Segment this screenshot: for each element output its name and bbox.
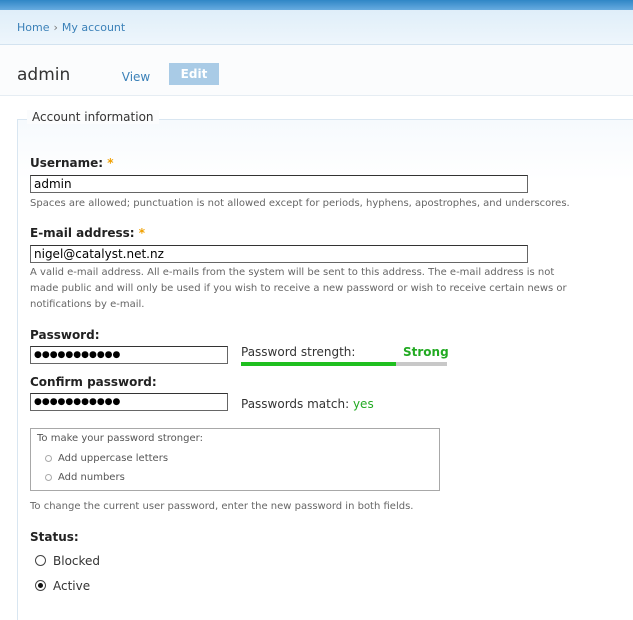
hint-text: Add uppercase letters bbox=[58, 453, 169, 464]
hint-text: Add numbers bbox=[58, 472, 125, 483]
username-label: Username: * bbox=[30, 156, 114, 170]
status-label: Status: bbox=[30, 530, 79, 544]
breadcrumb: Home › My account bbox=[17, 21, 125, 34]
page-title: admin bbox=[17, 65, 71, 85]
tab-edit[interactable]: Edit bbox=[169, 63, 219, 85]
password-label: Password: bbox=[30, 328, 100, 342]
password-input[interactable] bbox=[30, 346, 228, 364]
list-item: Add numbers bbox=[45, 472, 125, 483]
breadcrumb-home-link[interactable]: Home bbox=[17, 21, 49, 34]
email-input[interactable] bbox=[30, 245, 528, 263]
password-strength-label: Password strength: bbox=[241, 345, 356, 359]
radio-button-blocked[interactable] bbox=[35, 555, 46, 566]
password-change-note: To change the current user password, ent… bbox=[30, 501, 414, 512]
account-information-fieldset bbox=[17, 119, 633, 620]
passwords-match-status: Passwords match: yes bbox=[241, 397, 374, 411]
email-label: E-mail address: * bbox=[30, 226, 145, 240]
email-description-line-2: made public and will only be used if you… bbox=[30, 283, 567, 294]
required-marker: * bbox=[107, 156, 114, 170]
tab-view[interactable]: View bbox=[112, 67, 160, 87]
password-strength-value: Strong bbox=[403, 345, 449, 359]
title-bar: admin View bbox=[0, 45, 633, 96]
fieldset-legend: Account information bbox=[27, 110, 159, 124]
required-marker: * bbox=[138, 226, 146, 240]
bullet-icon bbox=[45, 454, 52, 462]
breadcrumb-bar: Home › My account bbox=[0, 10, 633, 45]
email-description-line-1: A valid e-mail address. All e-mails from… bbox=[30, 267, 555, 278]
password-suggestions-title: To make your password stronger: bbox=[37, 433, 203, 444]
username-label-text: Username: bbox=[30, 156, 104, 170]
confirm-password-label: Confirm password: bbox=[30, 375, 157, 389]
username-description: Spaces are allowed; punctuation is not a… bbox=[30, 198, 570, 209]
breadcrumb-my-account-link[interactable]: My account bbox=[62, 21, 125, 34]
passwords-match-value: yes bbox=[352, 397, 374, 411]
confirm-password-input[interactable] bbox=[30, 393, 228, 411]
status-option-active[interactable]: Active bbox=[35, 579, 90, 593]
status-option-label: Blocked bbox=[53, 554, 101, 568]
status-option-label: Active bbox=[53, 579, 91, 593]
password-strength-meter bbox=[241, 362, 447, 366]
password-suggestions-box: To make your password stronger: Add uppe… bbox=[30, 428, 440, 491]
radio-button-active[interactable] bbox=[35, 580, 46, 591]
list-item: Add uppercase letters bbox=[45, 453, 168, 464]
passwords-match-label: Passwords match: bbox=[241, 397, 350, 411]
username-input[interactable] bbox=[30, 175, 528, 193]
password-strength-meter-fill bbox=[241, 362, 396, 366]
breadcrumb-separator: › bbox=[53, 21, 58, 34]
email-description-line-3: notifications by e-mail. bbox=[30, 299, 145, 310]
top-color-bar bbox=[0, 0, 633, 10]
status-option-blocked[interactable]: Blocked bbox=[35, 554, 100, 568]
bullet-icon bbox=[45, 473, 52, 481]
email-label-text: E-mail address: bbox=[30, 226, 135, 240]
